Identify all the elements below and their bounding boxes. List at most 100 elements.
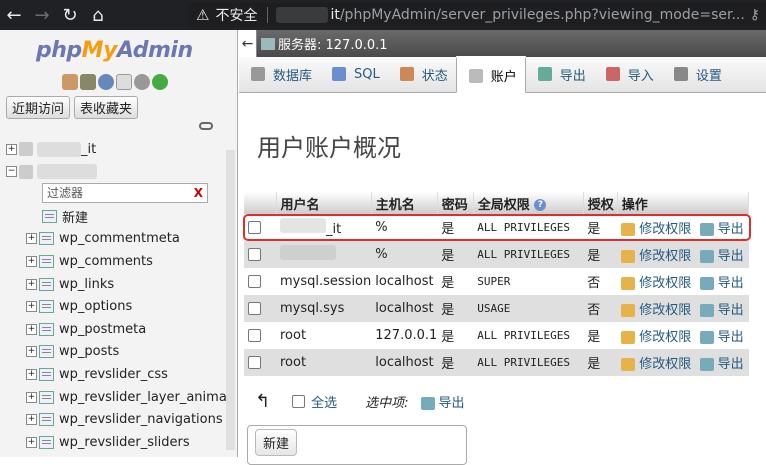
tree-table-item[interactable]: + wp_revslider_layer_animat — [26, 386, 237, 409]
edit-privileges-link[interactable]: 修改权限 — [621, 249, 691, 264]
select-all-checkbox[interactable] — [292, 395, 306, 408]
tree-table-item[interactable]: + wp_postmeta — [26, 318, 237, 341]
tree-table-item[interactable]: + wp_revslider_css — [26, 363, 237, 386]
row-checkbox[interactable] — [248, 248, 261, 261]
table-icon — [39, 300, 54, 314]
tree-filter-input[interactable]: 过滤器 X — [42, 183, 208, 203]
table-name: wp_commentmeta — [59, 231, 180, 247]
refresh-icon[interactable] — [152, 74, 168, 90]
expand-icon[interactable]: + — [26, 301, 37, 313]
row-checkbox-cell — [244, 241, 276, 268]
reload-icon[interactable]: ↻ — [56, 0, 84, 30]
edit-privileges-link[interactable]: 修改权限 — [621, 357, 691, 372]
new-table-link[interactable]: 新建 — [26, 205, 237, 228]
link-icon[interactable] — [199, 122, 213, 130]
expand-icon[interactable]: + — [26, 436, 37, 448]
row-checkbox-cell — [244, 322, 276, 349]
export-icon — [699, 250, 714, 263]
help-icon[interactable]: ? — [534, 199, 547, 211]
tree-table-item[interactable]: + wp_revslider_navigations — [26, 408, 237, 431]
server-label[interactable]: 服务器: 127.0.0.1 — [278, 34, 388, 53]
tree-table-item[interactable]: + wp_posts — [26, 341, 237, 364]
grant-cell: 否 — [583, 268, 618, 295]
tree-table-item[interactable]: + wp_links — [26, 273, 237, 296]
password-cell: 是 — [437, 349, 474, 376]
tree-table-item[interactable]: + wp_options — [26, 295, 237, 318]
table-name: wp_postmeta — [59, 321, 147, 337]
row-checkbox[interactable] — [248, 356, 261, 369]
recent-button[interactable]: 近期访问 — [6, 96, 71, 119]
tree-table-item[interactable]: + wp_revslider_sliders — [26, 431, 237, 454]
edit-privileges-icon — [621, 331, 636, 344]
expand-icon[interactable]: + — [26, 278, 37, 290]
table-name: wp_revslider_sliders — [59, 434, 190, 450]
favorites-button[interactable]: 表收藏夹 — [74, 96, 139, 119]
export-link[interactable]: 导出 — [699, 276, 744, 291]
tree-table-item[interactable]: + wp_comments — [26, 250, 237, 273]
tree-table-item[interactable]: + wp_commentmeta — [26, 228, 237, 251]
bulk-export-link[interactable]: 导出 — [420, 392, 465, 411]
docs-icon[interactable] — [116, 74, 132, 90]
logout-icon[interactable] — [80, 74, 96, 90]
tab-status[interactable]: 状态 — [388, 56, 456, 92]
main-panel: ← 服务器: 127.0.0.1 数据库 SQL 状态 账户 导出 导入 设置 用户账户概况… — [239, 30, 766, 465]
export-link[interactable]: 导出 — [699, 330, 744, 345]
edit-privileges-link[interactable]: 修改权限 — [621, 303, 691, 318]
collapse-icon[interactable]: − — [6, 166, 17, 178]
header-checkbox — [244, 192, 277, 214]
row-checkbox[interactable] — [248, 302, 261, 315]
help-icon[interactable] — [98, 74, 114, 90]
gear-icon[interactable] — [134, 74, 150, 90]
edit-privileges-link[interactable]: 修改权限 — [621, 222, 691, 237]
row-checkbox-cell — [244, 268, 276, 295]
tree-db-1[interactable]: + _it — [6, 138, 222, 161]
new-user-button[interactable]: 新建 — [255, 429, 298, 456]
header-password: 密码 — [437, 192, 474, 214]
clear-filter-icon[interactable]: X — [194, 184, 203, 202]
user-cell: root — [276, 322, 372, 349]
tab-import[interactable]: 导入 — [594, 56, 662, 92]
expand-icon[interactable]: + — [26, 346, 37, 358]
phpmyadmin-logo[interactable]: phpMyAdmin — [36, 38, 193, 63]
home-icon[interactable] — [62, 74, 78, 90]
edit-privileges-link[interactable]: 修改权限 — [621, 276, 691, 291]
collapse-nav-icon[interactable]: ← — [239, 30, 257, 57]
select-all-link[interactable]: 全选 — [311, 392, 337, 411]
address-bar[interactable]: ⚠ 不安全 it/phpMyAdmin/server_privileges.ph… — [188, 3, 766, 27]
expand-icon[interactable]: + — [26, 255, 37, 267]
export-link[interactable]: 导出 — [699, 249, 744, 264]
row-checkbox[interactable] — [248, 275, 261, 288]
priv-cell: ALL PRIVILEGES — [473, 349, 584, 376]
tab-settings[interactable]: 设置 — [662, 56, 730, 92]
tab-accounts[interactable]: 账户 — [455, 56, 526, 93]
back-arrow-icon[interactable]: ← — [0, 0, 28, 30]
forward-arrow-icon[interactable]: → — [28, 0, 56, 30]
warning-icon: ⚠ — [196, 6, 210, 24]
export-link[interactable]: 导出 — [699, 222, 744, 237]
tab-export[interactable]: 导出 — [526, 56, 594, 92]
expand-icon[interactable]: + — [26, 368, 37, 380]
redacted-name — [280, 245, 336, 260]
host-cell: localhost — [371, 349, 438, 376]
key-icon[interactable]: ⚷ — [750, 7, 760, 23]
expand-icon[interactable]: + — [26, 233, 37, 245]
home-icon[interactable]: ⌂ — [84, 0, 112, 30]
export-link[interactable]: 导出 — [699, 357, 744, 372]
row-checkbox[interactable] — [248, 221, 261, 234]
row-checkbox[interactable] — [248, 329, 261, 342]
sidebar-scrollbar[interactable] — [226, 150, 235, 450]
expand-icon[interactable]: + — [26, 323, 37, 335]
grant-cell: 是 — [583, 241, 618, 268]
expand-icon[interactable]: + — [6, 143, 17, 155]
database-icon — [251, 67, 265, 81]
tab-database[interactable]: 数据库 — [239, 56, 320, 92]
header-grant: 授权 — [583, 192, 618, 214]
export-link[interactable]: 导出 — [699, 303, 744, 318]
expand-icon[interactable]: + — [26, 391, 37, 403]
header-user: 用户名 — [276, 192, 372, 214]
tab-sql[interactable]: SQL — [320, 56, 388, 92]
expand-icon[interactable]: + — [26, 414, 37, 426]
edit-privileges-link[interactable]: 修改权限 — [621, 330, 691, 345]
table-icon — [39, 413, 54, 427]
tree-db-2[interactable]: − — [6, 161, 222, 184]
